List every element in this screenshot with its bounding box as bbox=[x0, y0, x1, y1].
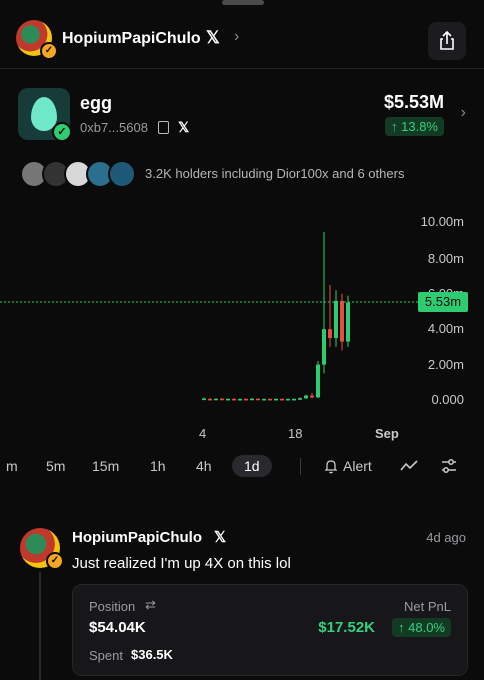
price-chart[interactable] bbox=[0, 210, 484, 410]
token-chevron-right-icon[interactable]: › bbox=[461, 104, 466, 122]
candle-body bbox=[250, 398, 254, 401]
post-x-icon[interactable]: 𝕏 bbox=[214, 528, 226, 546]
candle-body bbox=[298, 398, 302, 400]
candle-body bbox=[310, 395, 314, 398]
verified-badge-icon: ✓ bbox=[40, 42, 58, 60]
timeframe-1d[interactable]: 1d bbox=[232, 455, 272, 477]
share-icon bbox=[440, 30, 454, 50]
candle-body bbox=[268, 398, 272, 401]
post-verified-badge-icon: ✓ bbox=[46, 552, 64, 570]
toolbar-divider bbox=[300, 458, 301, 475]
candle-body bbox=[226, 398, 230, 401]
settings-sliders-icon[interactable] bbox=[440, 458, 458, 474]
candle-body bbox=[214, 398, 218, 401]
timeframe-5m[interactable]: 5m bbox=[46, 458, 65, 474]
timeframe-1h[interactable]: 1h bbox=[150, 458, 166, 474]
candle-body bbox=[322, 329, 326, 365]
holders-summary[interactable]: 3.2K holders including Dior100x and 6 ot… bbox=[145, 166, 404, 181]
candle-body bbox=[304, 395, 308, 399]
token-x-icon[interactable]: 𝕏 bbox=[178, 119, 189, 136]
copy-icon[interactable] bbox=[158, 121, 169, 134]
post-timestamp: 4d ago bbox=[426, 530, 466, 545]
chevron-right-icon[interactable]: › bbox=[234, 28, 239, 46]
token-name: egg bbox=[80, 93, 113, 113]
timeframe-m[interactable]: m bbox=[6, 458, 18, 474]
token-address[interactable]: 0xb7...5608 bbox=[80, 120, 148, 135]
y-tick-label: 8.00m bbox=[427, 251, 464, 266]
alert-button[interactable]: Alert bbox=[343, 458, 372, 474]
pnl-value: $17.52K bbox=[318, 619, 375, 636]
candle-body bbox=[328, 329, 332, 339]
candle-body bbox=[262, 398, 266, 401]
pnl-pct-badge: ↑ 48.0% bbox=[392, 618, 451, 637]
timeframe-4h[interactable]: 4h bbox=[196, 458, 212, 474]
candle-body bbox=[202, 398, 206, 401]
holder-avatar bbox=[108, 160, 136, 188]
timeframe-15m[interactable]: 15m bbox=[92, 458, 119, 474]
position-label: Position bbox=[89, 599, 136, 614]
candle-body bbox=[286, 398, 290, 401]
y-tick-label: 2.00m bbox=[427, 357, 464, 372]
bell-icon[interactable] bbox=[324, 459, 338, 474]
candle-body bbox=[274, 398, 278, 401]
token-market-cap: $5.53M bbox=[383, 92, 444, 112]
line-chart-icon[interactable] bbox=[400, 459, 418, 473]
x-tick-label: 18 bbox=[288, 426, 303, 441]
candle-body bbox=[244, 398, 248, 401]
y-tick-label: 10.00m bbox=[420, 214, 464, 229]
spent-label: Spent bbox=[89, 648, 123, 663]
x-icon[interactable]: 𝕏 bbox=[206, 28, 220, 48]
profile-name[interactable]: HopiumPapiChulo bbox=[62, 30, 201, 48]
candle-body bbox=[208, 398, 212, 401]
y-tick-label: 0.000 bbox=[431, 392, 464, 407]
token-change-badge: ↑ 13.8% bbox=[385, 117, 444, 136]
share-button[interactable] bbox=[428, 22, 466, 60]
candle-body bbox=[238, 398, 242, 401]
x-tick-label: 4 bbox=[199, 426, 207, 441]
sheet-grabber[interactable] bbox=[222, 0, 264, 5]
candle-body bbox=[292, 398, 296, 401]
candle-body bbox=[220, 398, 224, 401]
position-card[interactable]: Position ⇄ $54.04K Spent $36.5K Net PnL … bbox=[72, 584, 468, 676]
swap-icon[interactable]: ⇄ bbox=[145, 597, 156, 613]
profile-header: ✓ HopiumPapiChulo 𝕏 › bbox=[0, 14, 484, 69]
x-tick-label: Sep bbox=[375, 426, 399, 441]
post-author-name[interactable]: HopiumPapiChulo bbox=[72, 529, 202, 546]
candle-body bbox=[280, 398, 284, 401]
spent-value: $36.5K bbox=[131, 647, 173, 662]
candle-body bbox=[232, 398, 236, 401]
candle-body bbox=[340, 300, 344, 342]
candle-body bbox=[346, 302, 350, 342]
token-verified-icon: ✓ bbox=[52, 122, 72, 142]
candle-body bbox=[334, 300, 338, 339]
candle-body bbox=[316, 364, 320, 398]
post-text: Just realized I'm up 4X on this lol bbox=[72, 555, 291, 572]
y-tick-label: 4.00m bbox=[427, 321, 464, 336]
candle-body bbox=[256, 398, 260, 401]
pnl-label: Net PnL bbox=[404, 599, 451, 614]
current-price-tag: 5.53m bbox=[418, 292, 468, 312]
position-value: $54.04K bbox=[89, 619, 146, 636]
thread-line bbox=[39, 572, 41, 680]
